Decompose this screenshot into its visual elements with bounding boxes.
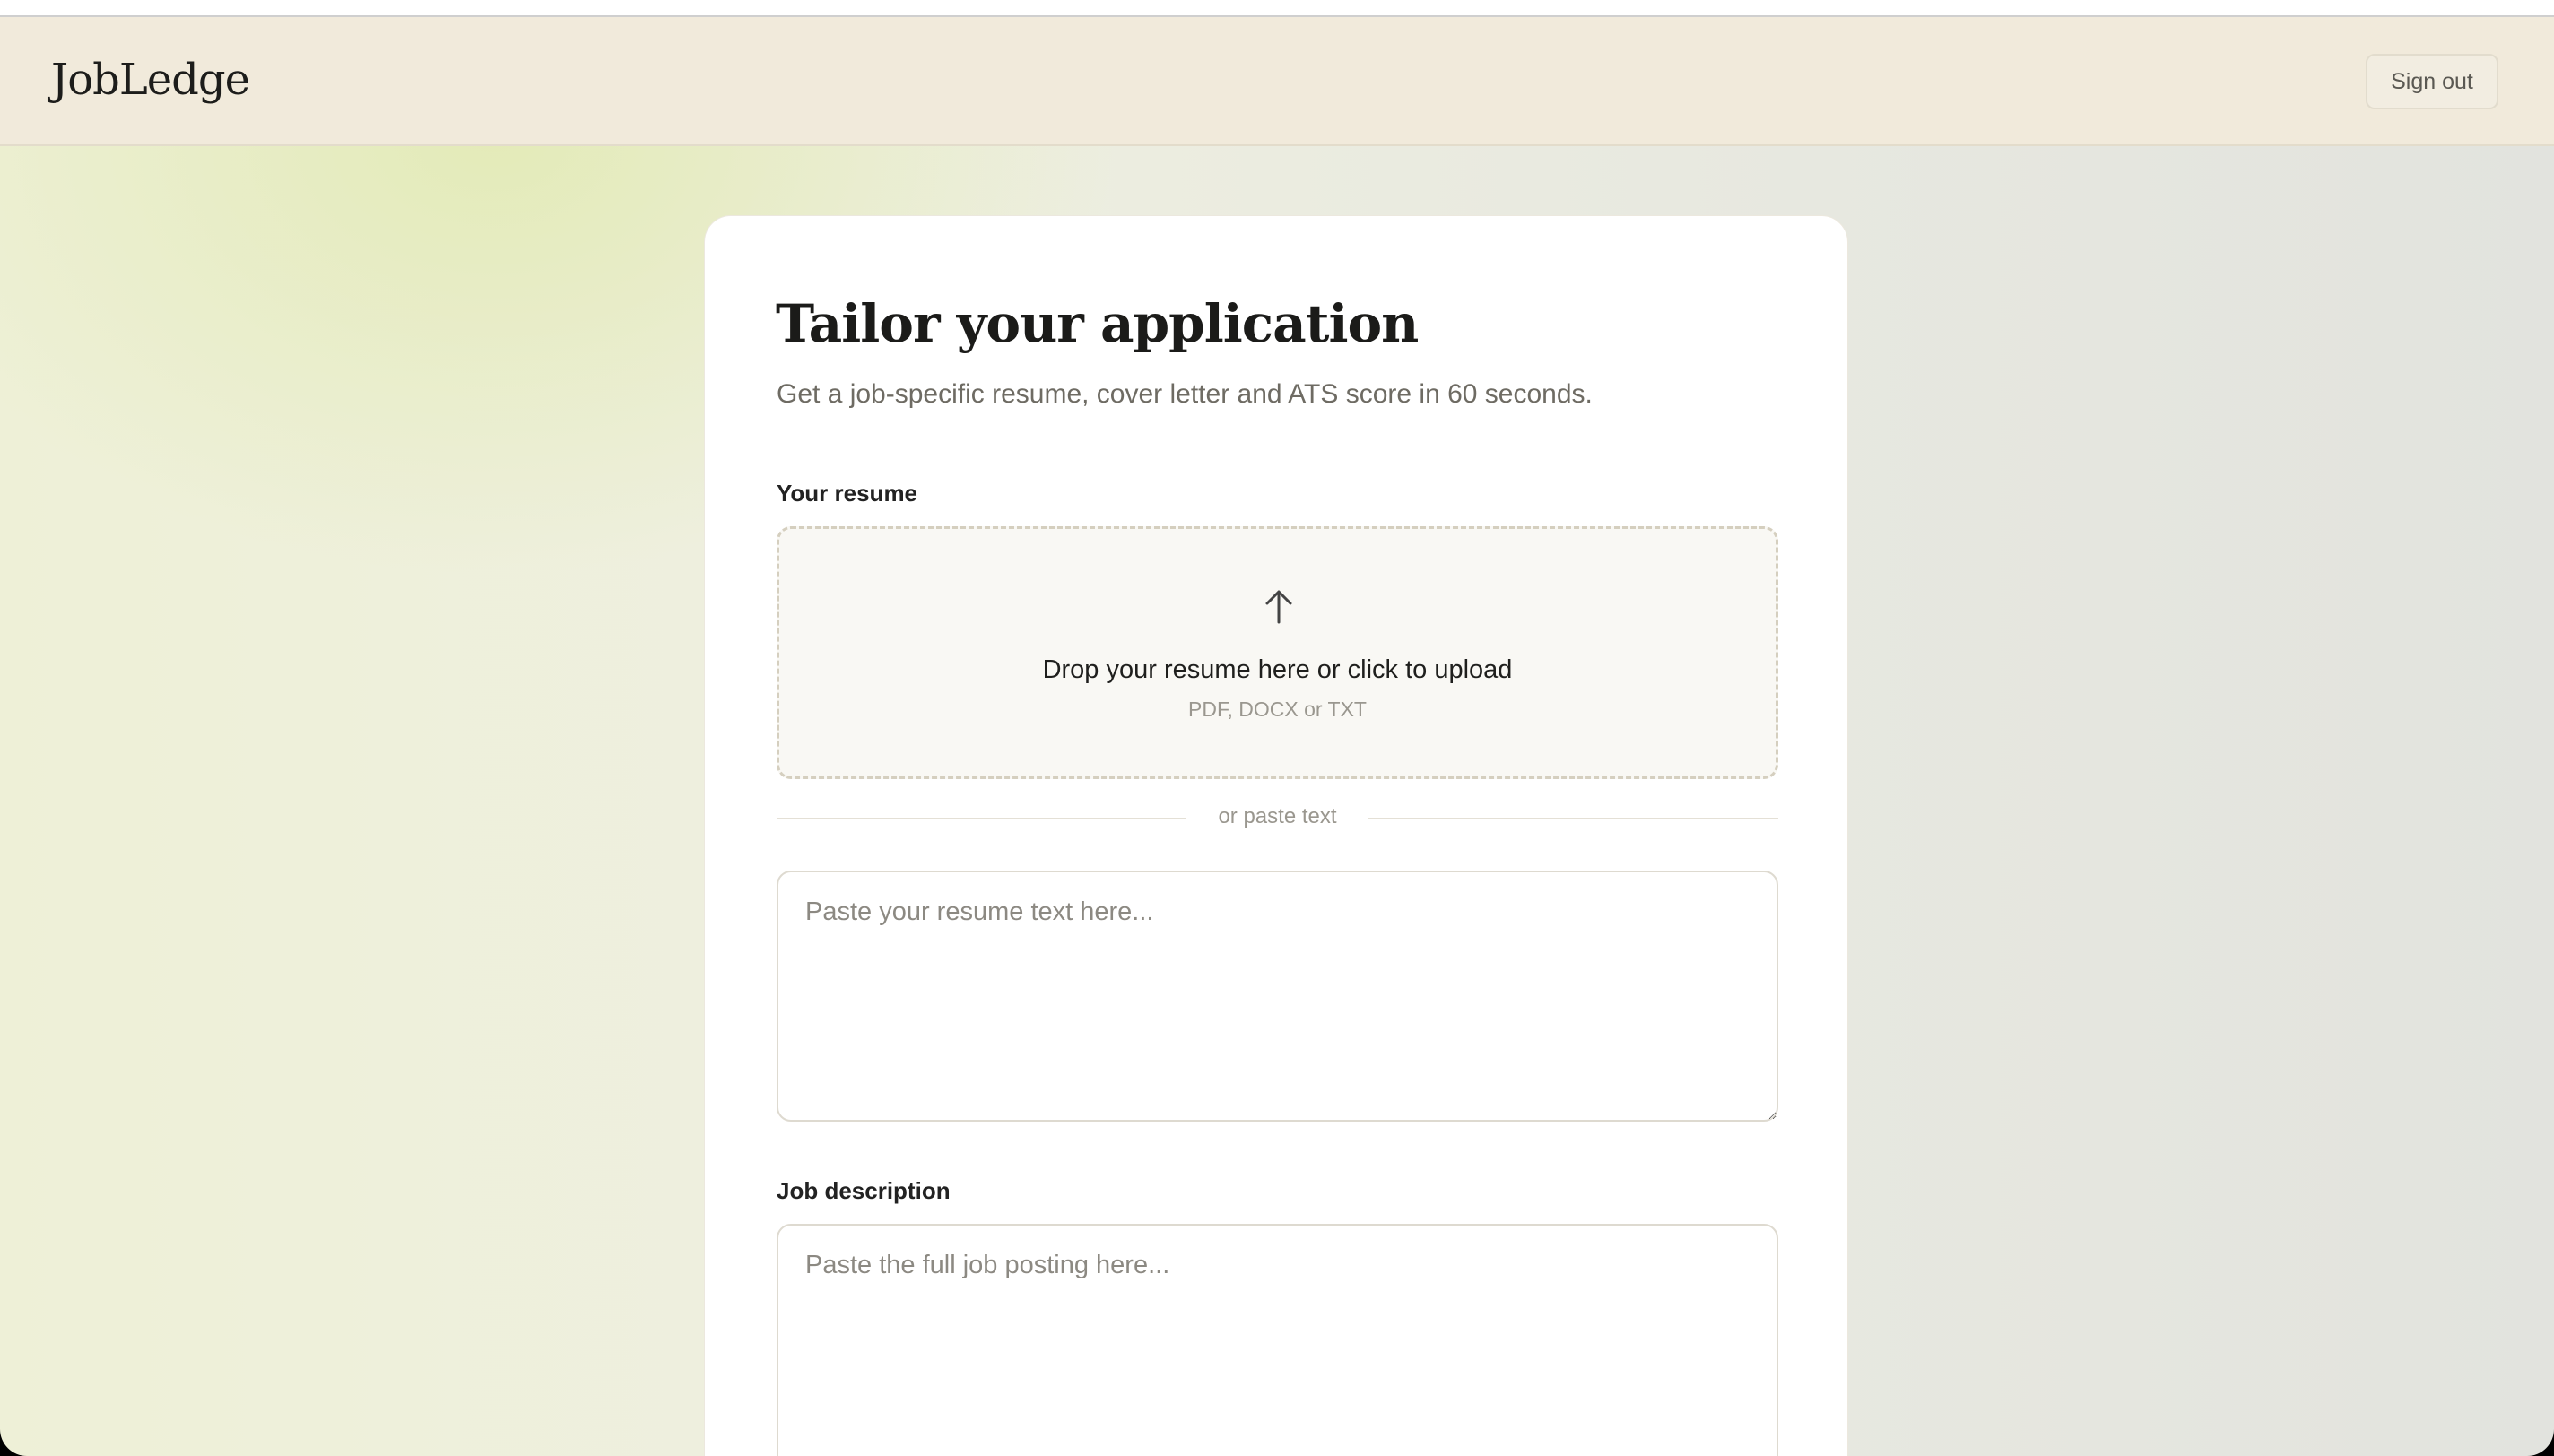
app-logo[interactable]: JobLedge bbox=[51, 55, 250, 105]
divider-line-right bbox=[1368, 818, 1778, 819]
page-title: Tailor your application bbox=[776, 293, 1419, 354]
job-description-label: Job description bbox=[777, 1177, 951, 1204]
job-description-input[interactable] bbox=[777, 1224, 1778, 1456]
sign-out-button[interactable]: Sign out bbox=[2366, 54, 2498, 109]
resume-upload-dropzone[interactable]: Drop your resume here or click to upload… bbox=[777, 526, 1778, 779]
app-header: JobLedge Sign out bbox=[0, 17, 2554, 146]
or-divider: or paste text bbox=[777, 804, 1778, 831]
resume-label: Your resume bbox=[777, 480, 918, 507]
divider-line-left bbox=[777, 818, 1186, 819]
arrow-up-icon bbox=[1265, 590, 1292, 624]
app-viewport: JobLedge Sign out Tailor your applicatio… bbox=[0, 0, 2554, 1456]
resume-text-input[interactable] bbox=[777, 871, 1778, 1122]
tailor-form-card: Tailor your application Get a job-specif… bbox=[704, 215, 1848, 1456]
upload-instruction: Drop your resume here or click to upload bbox=[1042, 655, 1513, 684]
page-subtitle: Get a job-specific resume, cover letter … bbox=[777, 379, 1593, 409]
divider-text: or paste text bbox=[1218, 804, 1337, 828]
browser-top-edge bbox=[0, 0, 2554, 17]
upload-file-types: PDF, DOCX or TXT bbox=[1188, 698, 1367, 721]
